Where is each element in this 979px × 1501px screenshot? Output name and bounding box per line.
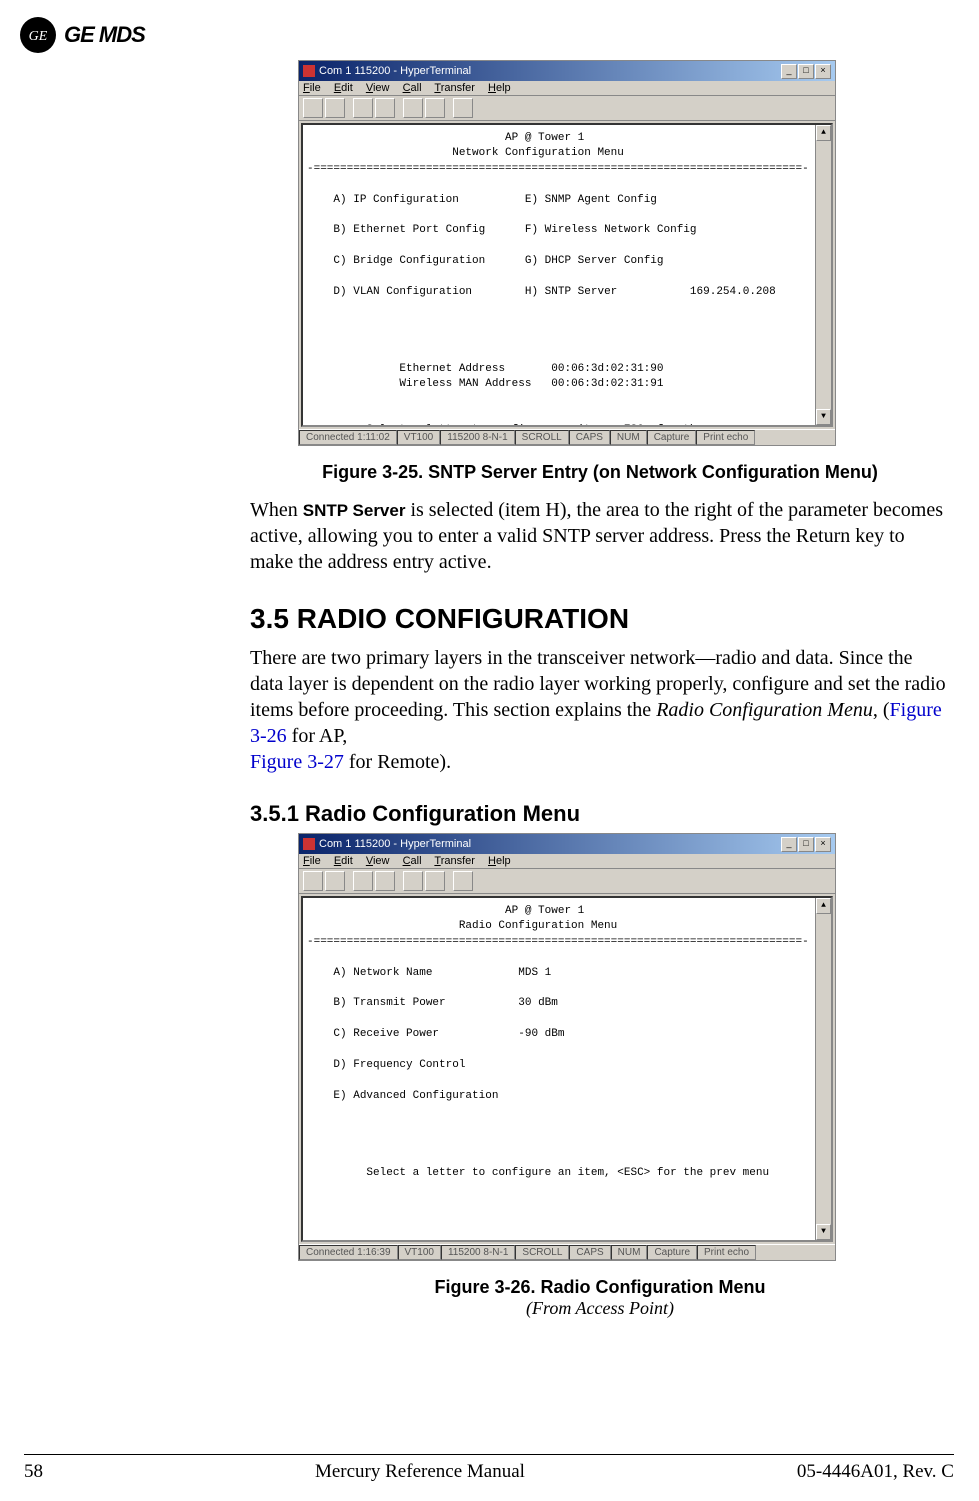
close-button[interactable]: × — [815, 64, 831, 79]
window-titlebar: Com 1 115200 - HyperTerminal _ □ × — [299, 834, 835, 854]
toolbar-send-icon[interactable] — [403, 871, 423, 891]
hyperterminal-window-2: Com 1 115200 - HyperTerminal _ □ × File … — [298, 833, 836, 1261]
figure-caption-1: Figure 3-25. SNTP Server Entry (on Netwo… — [250, 462, 950, 483]
status-caps: CAPS — [569, 430, 610, 445]
status-capture: Capture — [647, 1245, 697, 1260]
brand-text: GE MDS — [64, 22, 145, 48]
toolbar-receive-icon[interactable] — [425, 98, 445, 118]
toolbar-send-icon[interactable] — [403, 98, 423, 118]
status-connected: Connected 1:11:02 — [299, 430, 397, 445]
app-icon — [303, 838, 315, 850]
status-printecho: Print echo — [696, 430, 755, 445]
menu-help[interactable]: Help — [488, 82, 511, 94]
window-buttons: _ □ × — [781, 837, 831, 852]
toolbar-new-icon[interactable] — [303, 98, 323, 118]
menu-file[interactable]: File — [303, 82, 321, 94]
scroll-down-icon[interactable]: ▼ — [816, 409, 831, 425]
toolbar — [299, 869, 835, 894]
status-num: NUM — [611, 1245, 648, 1260]
menu-transfer[interactable]: Transfer — [434, 82, 475, 94]
footer-title: Mercury Reference Manual — [315, 1461, 525, 1483]
window-titlebar: Com 1 115200 - HyperTerminal _ □ × — [299, 61, 835, 81]
content-column: Com 1 115200 - HyperTerminal _ □ × File … — [250, 60, 950, 1319]
status-connected: Connected 1:16:39 — [299, 1245, 398, 1260]
link-figure-3-27[interactable]: Figure 3-27 — [250, 751, 344, 773]
maximize-button[interactable]: □ — [798, 837, 814, 852]
menubar: File Edit View Call Transfer Help — [299, 81, 835, 96]
status-emulation: VT100 — [397, 430, 440, 445]
menu-edit[interactable]: Edit — [334, 855, 353, 867]
toolbar-connect-icon[interactable] — [353, 871, 373, 891]
menu-view[interactable]: View — [366, 855, 390, 867]
menu-call[interactable]: Call — [403, 855, 422, 867]
menu-transfer[interactable]: Transfer — [434, 855, 475, 867]
menu-file[interactable]: File — [303, 855, 321, 867]
status-emulation: VT100 — [398, 1245, 441, 1260]
status-port: 115200 8-N-1 — [440, 430, 514, 445]
toolbar-properties-icon[interactable] — [453, 871, 473, 891]
ge-logo-icon: GE — [20, 17, 56, 53]
page: GE GE MDS Com 1 115200 - HyperTerminal _… — [0, 0, 979, 1501]
minimize-button[interactable]: _ — [781, 837, 797, 852]
toolbar-open-icon[interactable] — [325, 98, 345, 118]
page-footer: 58 Mercury Reference Manual 05-4446A01, … — [24, 1454, 954, 1483]
window-buttons: _ □ × — [781, 64, 831, 79]
close-button[interactable]: × — [815, 837, 831, 852]
scroll-up-icon[interactable]: ▲ — [816, 898, 831, 914]
status-scroll: SCROLL — [515, 1245, 569, 1260]
statusbar: Connected 1:11:02 VT100 115200 8-N-1 SCR… — [299, 429, 835, 445]
page-number: 58 — [24, 1461, 43, 1483]
paragraph-sntp: When SNTP Server is selected (item H), t… — [250, 497, 950, 575]
toolbar-receive-icon[interactable] — [425, 871, 445, 891]
figure-caption-2: Figure 3-26. Radio Configuration Menu (F… — [250, 1277, 950, 1319]
page-header: GE GE MDS — [0, 0, 979, 60]
maximize-button[interactable]: □ — [798, 64, 814, 79]
hyperterminal-window-1: Com 1 115200 - HyperTerminal _ □ × File … — [298, 60, 836, 446]
svg-text:GE: GE — [29, 29, 48, 44]
scrollbar[interactable]: ▲▼ — [815, 898, 831, 1240]
status-num: NUM — [610, 430, 647, 445]
status-capture: Capture — [647, 430, 697, 445]
status-printecho: Print echo — [697, 1245, 756, 1260]
toolbar-open-icon[interactable] — [325, 871, 345, 891]
toolbar-disconnect-icon[interactable] — [375, 871, 395, 891]
toolbar-disconnect-icon[interactable] — [375, 98, 395, 118]
menu-view[interactable]: View — [366, 82, 390, 94]
menubar: File Edit View Call Transfer Help — [299, 854, 835, 869]
subsection-heading-3-5-1: 3.5.1 Radio Configuration Menu — [250, 801, 950, 827]
statusbar: Connected 1:16:39 VT100 115200 8-N-1 SCR… — [299, 1244, 835, 1260]
menu-edit[interactable]: Edit — [334, 82, 353, 94]
toolbar — [299, 96, 835, 121]
status-caps: CAPS — [569, 1245, 610, 1260]
status-port: 115200 8-N-1 — [441, 1245, 515, 1260]
toolbar-connect-icon[interactable] — [353, 98, 373, 118]
window-title: Com 1 115200 - HyperTerminal — [319, 65, 471, 77]
terminal-screen[interactable]: AP @ Tower 1 Network Configuration Menu … — [301, 123, 833, 427]
window-title: Com 1 115200 - HyperTerminal — [319, 838, 471, 850]
menu-call[interactable]: Call — [403, 82, 422, 94]
scrollbar[interactable]: ▲▼ — [815, 125, 831, 425]
paragraph-radio-intro: There are two primary layers in the tran… — [250, 645, 950, 775]
scroll-up-icon[interactable]: ▲ — [816, 125, 831, 141]
section-heading-3-5: 3.5 RADIO CONFIGURATION — [250, 603, 950, 635]
footer-docid: 05-4446A01, Rev. C — [797, 1461, 954, 1483]
menu-help[interactable]: Help — [488, 855, 511, 867]
terminal-screen[interactable]: AP @ Tower 1 Radio Configuration Menu -=… — [301, 896, 833, 1242]
toolbar-properties-icon[interactable] — [453, 98, 473, 118]
status-scroll: SCROLL — [515, 430, 569, 445]
toolbar-new-icon[interactable] — [303, 871, 323, 891]
app-icon — [303, 65, 315, 77]
scroll-down-icon[interactable]: ▼ — [816, 1224, 831, 1240]
minimize-button[interactable]: _ — [781, 64, 797, 79]
